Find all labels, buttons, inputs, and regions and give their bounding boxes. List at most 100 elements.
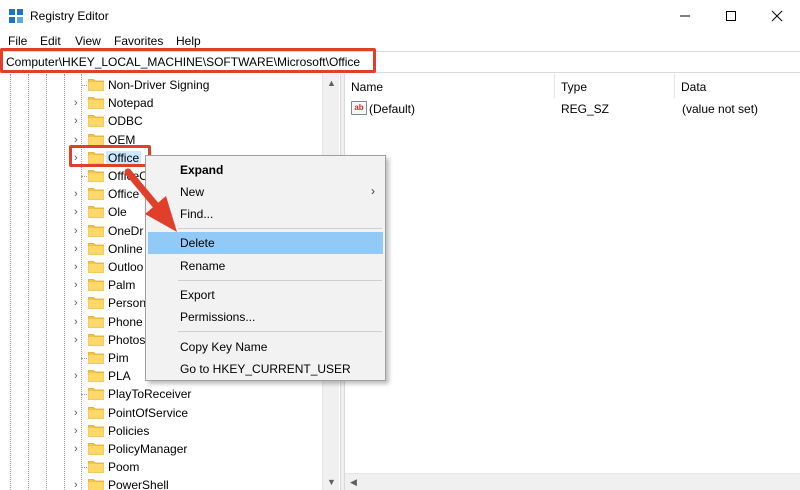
value-data: (value not set) xyxy=(682,102,759,116)
column-label: Type xyxy=(561,80,588,94)
tree-connector xyxy=(81,85,87,86)
tree-connector xyxy=(81,394,87,396)
scroll-up-icon[interactable]: ▲ xyxy=(323,74,340,91)
folder-icon xyxy=(88,424,104,437)
folder-icon xyxy=(88,406,104,419)
scroll-left-icon[interactable]: ◀ xyxy=(345,474,362,490)
maximize-button[interactable] xyxy=(708,0,754,31)
tree-item-label: Palm xyxy=(108,278,136,293)
chevron-right-icon[interactable]: › xyxy=(74,96,82,110)
folder-icon xyxy=(88,370,104,383)
menu-item-export[interactable]: Export xyxy=(148,284,383,306)
chevron-right-icon[interactable]: › xyxy=(74,369,82,383)
chevron-right-icon[interactable]: › xyxy=(74,424,82,438)
tree-item-label: PolicyManager xyxy=(108,442,188,456)
folder-icon xyxy=(88,188,104,201)
menu-separator xyxy=(178,280,382,281)
menu-help[interactable]: Help xyxy=(176,34,201,48)
tree-item[interactable]: Non-Driver Signing xyxy=(0,76,320,94)
menu-item-find[interactable]: Find... xyxy=(148,203,383,225)
menu-item-new[interactable]: New › xyxy=(148,181,383,203)
chevron-right-icon[interactable]: › xyxy=(74,442,82,456)
menu-item-expand[interactable]: Expand xyxy=(148,159,383,181)
chevron-right-icon[interactable]: › xyxy=(74,478,82,490)
chevron-right-icon[interactable]: › xyxy=(74,260,82,274)
chevron-right-icon[interactable]: › xyxy=(74,315,82,329)
folder-icon xyxy=(88,133,104,146)
tree-item[interactable]: › PointOfService xyxy=(0,404,320,422)
string-value-icon: ab xyxy=(351,101,367,115)
close-icon xyxy=(771,10,783,21)
tree-connector xyxy=(81,176,87,177)
tree-item-label: Person xyxy=(108,296,147,311)
menu-view[interactable]: View xyxy=(75,34,101,48)
chevron-right-icon[interactable]: › xyxy=(74,333,82,347)
chevron-right-icon[interactable]: › xyxy=(74,406,82,420)
tree-connector xyxy=(81,358,87,359)
tree-item-label: Outloo xyxy=(108,260,144,274)
chevron-right-icon[interactable]: › xyxy=(74,242,82,256)
minimize-button[interactable] xyxy=(662,0,708,31)
title-bar: Registry Editor xyxy=(0,0,800,31)
menu-item-copy-key-name[interactable]: Copy Key Name xyxy=(148,336,383,358)
chevron-right-icon[interactable]: › xyxy=(74,187,82,201)
chevron-right-icon[interactable]: › xyxy=(74,224,82,238)
menu-item-delete[interactable]: Delete xyxy=(148,232,383,254)
menu-separator xyxy=(178,228,382,229)
chevron-right-icon[interactable]: › xyxy=(74,278,82,292)
close-button[interactable] xyxy=(754,0,800,31)
column-header-data[interactable]: Data xyxy=(675,74,800,98)
value-name: (Default) xyxy=(369,102,416,116)
tree-item-label: Online xyxy=(108,241,143,256)
tree-item-label: Pim xyxy=(108,351,129,365)
tree-item-label: Notepad xyxy=(108,96,154,111)
folder-icon xyxy=(88,297,104,310)
chevron-right-icon[interactable]: › xyxy=(74,296,82,310)
folder-icon xyxy=(88,461,104,474)
folder-icon xyxy=(88,443,104,455)
folder-icon xyxy=(88,115,104,128)
tree-item-label: ODBC xyxy=(108,114,143,129)
value-row[interactable]: ab (Default) REG_SZ (value not set) xyxy=(345,100,800,118)
tree-item-label: PLA xyxy=(108,369,131,384)
menu-item-rename[interactable]: Rename xyxy=(148,255,383,277)
menu-file[interactable]: File xyxy=(8,34,27,48)
window-title: Registry Editor xyxy=(30,9,109,23)
tree-item[interactable]: › Notepad xyxy=(0,94,320,112)
tree-item[interactable]: PlayToReceiver xyxy=(0,385,320,403)
tree-item[interactable]: › PowerShell xyxy=(0,476,320,490)
folder-icon xyxy=(88,261,104,273)
tree-item[interactable]: › OEM xyxy=(0,131,320,149)
column-label: Name xyxy=(351,80,384,94)
column-header-type[interactable]: Type xyxy=(555,74,675,98)
chevron-right-icon[interactable]: › xyxy=(74,114,82,128)
menu-favorites[interactable]: Favorites xyxy=(114,34,163,48)
tree-item-label: Poom xyxy=(108,460,140,475)
menu-item-goto-hkcu[interactable]: Go to HKEY_CURRENT_USER xyxy=(148,358,383,380)
folder-icon xyxy=(88,388,104,401)
scroll-down-icon[interactable]: ▼ xyxy=(323,473,340,490)
tree-item-label: PlayToReceiver xyxy=(108,387,192,402)
folder-icon xyxy=(88,315,104,328)
list-scrollbar[interactable]: ◀ xyxy=(345,473,800,490)
menu-edit[interactable]: Edit xyxy=(40,34,61,48)
folder-icon xyxy=(88,206,104,219)
folder-icon xyxy=(88,242,104,255)
office-key-annotation-box xyxy=(69,145,151,167)
tree-item[interactable]: Poom xyxy=(0,458,320,476)
column-header-name[interactable]: Name xyxy=(345,74,555,98)
address-annotation-box xyxy=(0,48,376,73)
tree-item-label: Ole xyxy=(108,205,127,220)
tree-item-label: OneDr xyxy=(108,223,144,238)
folder-icon xyxy=(88,170,104,182)
tree-item[interactable]: › Policies xyxy=(0,422,320,440)
chevron-right-icon[interactable]: › xyxy=(74,205,82,219)
values-list[interactable]: Name Type Data ab (Default) REG_SZ (valu… xyxy=(345,74,800,490)
tree-item[interactable]: › PolicyManager xyxy=(0,440,320,458)
tree-item[interactable]: › ODBC xyxy=(0,112,320,130)
registry-icon xyxy=(9,9,23,23)
folder-icon xyxy=(88,224,104,237)
tree-item-label: OfficeC xyxy=(108,169,148,183)
menu-item-permissions[interactable]: Permissions... xyxy=(148,306,383,328)
maximize-icon xyxy=(726,10,736,21)
